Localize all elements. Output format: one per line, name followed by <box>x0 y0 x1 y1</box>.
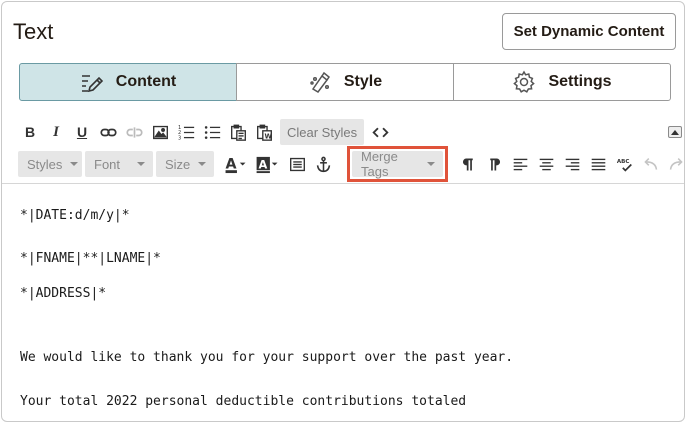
merge-tag-date-line: *|DATE:d/m/y|* <box>20 208 130 223</box>
chevron-down-icon <box>137 162 145 166</box>
undo-button[interactable] <box>638 152 662 176</box>
toolbar-row-1: B I U 123 W Clear Styles <box>18 119 394 145</box>
ltr-paragraph-button[interactable] <box>456 152 480 176</box>
paste-word-icon: W <box>256 124 272 141</box>
block-button[interactable] <box>285 152 309 176</box>
merge-tags-label: Merge Tags <box>361 149 398 179</box>
chevron-down-icon <box>70 162 79 166</box>
collapse-toolbar-button[interactable] <box>668 126 682 138</box>
spellcheck-icon: ABC <box>616 158 632 172</box>
svg-text:A: A <box>226 156 237 172</box>
unlink-button[interactable] <box>122 120 146 144</box>
svg-text:3: 3 <box>178 135 181 141</box>
bulleted-list-icon <box>204 125 220 139</box>
tab-settings-label: Settings <box>548 73 612 90</box>
justify-button[interactable] <box>586 152 610 176</box>
anchor-icon <box>316 156 330 172</box>
paste-from-word-button[interactable]: W <box>252 120 276 144</box>
underline-button[interactable]: U <box>70 120 94 144</box>
undo-icon <box>643 157 657 170</box>
tab-bar: Content Style Settings <box>19 63 671 101</box>
font-dropdown[interactable]: Font <box>85 151 153 177</box>
thank-you-paragraph: We would like to thank you for your supp… <box>20 350 514 365</box>
image-icon <box>152 125 168 139</box>
styles-dropdown[interactable]: Styles <box>18 151 82 177</box>
clipboard-paste-icon <box>230 124 246 141</box>
underline-label: U <box>76 124 88 140</box>
spellcheck-button[interactable]: ABC <box>612 152 636 176</box>
redo-icon <box>669 157 683 170</box>
link-button[interactable] <box>96 120 120 144</box>
unlink-icon <box>125 126 143 138</box>
block-quote-icon <box>289 157 305 171</box>
paste-button[interactable] <box>226 120 250 144</box>
pilcrow-icon <box>462 158 473 170</box>
panel-title: Text <box>13 19 54 44</box>
italic-label: I <box>53 123 59 140</box>
align-justify-icon <box>591 158 605 170</box>
align-right-icon <box>565 158 579 170</box>
styles-dropdown-label: Styles <box>27 156 63 172</box>
anchor-button[interactable] <box>311 152 335 176</box>
text-color-button[interactable]: A <box>221 152 251 176</box>
merge-tags-highlight: Merge Tags <box>347 146 448 182</box>
set-dynamic-content-button[interactable]: Set Dynamic Content <box>502 13 676 50</box>
chevron-down-icon <box>198 162 207 166</box>
bold-button[interactable]: B <box>18 120 42 144</box>
merge-tags-dropdown[interactable]: Merge Tags <box>352 149 443 179</box>
redo-button[interactable] <box>664 152 684 176</box>
edit-lines-icon <box>81 75 103 93</box>
code-brackets-icon <box>371 127 389 137</box>
numbered-list-button[interactable]: 123 <box>174 120 198 144</box>
bold-label: B <box>24 124 36 140</box>
tab-content-label: Content <box>115 73 177 90</box>
image-button[interactable] <box>148 120 172 144</box>
align-left-icon <box>513 158 527 170</box>
tab-style[interactable]: Style <box>236 63 454 101</box>
merge-tag-name-line: *|FNAME|**|LNAME|* <box>20 251 161 266</box>
source-code-button[interactable] <box>368 120 392 144</box>
tab-settings[interactable]: Settings <box>453 63 671 101</box>
align-center-icon <box>539 158 553 170</box>
svg-text:A: A <box>259 157 268 171</box>
font-dropdown-label: Font <box>94 156 121 172</box>
tab-style-label: Style <box>343 73 383 90</box>
bulleted-list-button[interactable] <box>200 120 224 144</box>
background-color-icon: A <box>256 156 278 173</box>
gear-icon <box>513 70 536 93</box>
align-center-button[interactable] <box>534 152 558 176</box>
clear-styles-button[interactable]: Clear Styles <box>280 119 365 145</box>
align-left-button[interactable] <box>508 152 532 176</box>
caret-up-icon <box>671 129 679 135</box>
size-dropdown[interactable]: Size <box>156 151 214 177</box>
size-dropdown-label: Size <box>165 156 191 172</box>
background-color-button[interactable]: A <box>253 152 283 176</box>
pilcrow-reversed-icon <box>489 158 500 170</box>
spellcheck-label: ABC <box>616 158 629 164</box>
svg-text:W: W <box>264 132 272 140</box>
paint-drops-icon <box>310 71 330 93</box>
text-block-panel: Text Set Dynamic Content Content Style S… <box>1 1 685 422</box>
merge-tag-address-line: *|ADDRESS|* <box>20 286 107 301</box>
toolbar-row-2: Styles Font Size A A Merge Tags ABC <box>18 146 684 182</box>
contributions-paragraph: Your total 2022 personal deductible cont… <box>20 394 467 409</box>
align-right-button[interactable] <box>560 152 584 176</box>
link-icon <box>99 128 117 136</box>
numbered-list-icon: 123 <box>178 125 194 141</box>
editor-toolbar: B I U 123 W Clear Styles Styles Font Siz… <box>2 110 684 184</box>
italic-button[interactable]: I <box>44 120 68 144</box>
text-color-icon: A <box>225 156 246 173</box>
chevron-down-icon <box>427 162 435 166</box>
tab-content[interactable]: Content <box>19 63 237 101</box>
rtl-paragraph-button[interactable] <box>482 152 506 176</box>
